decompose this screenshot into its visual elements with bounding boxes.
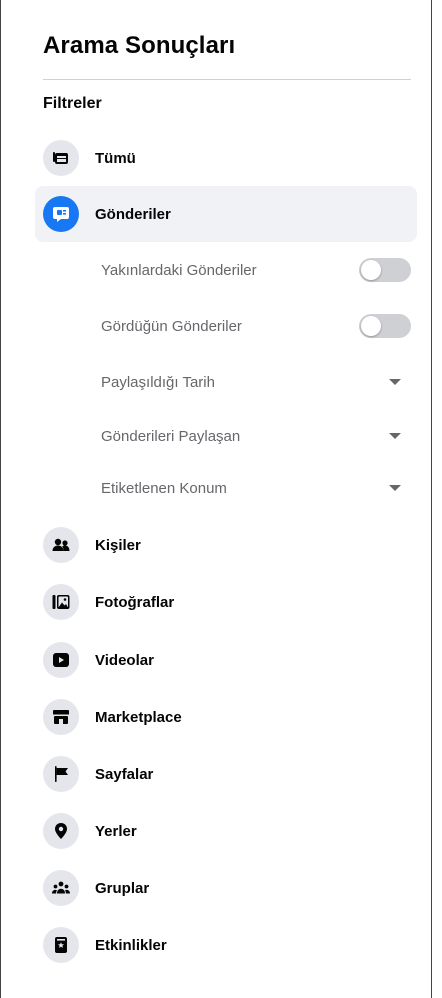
people-icon <box>43 527 79 563</box>
divider <box>43 79 411 80</box>
filter-item-label: Tümü <box>95 149 136 167</box>
pages-icon <box>43 756 79 792</box>
subfilter-posted-by[interactable]: Gönderileri Paylaşan <box>101 408 411 464</box>
subfilter-label: Gördüğün Gönderiler <box>101 317 242 335</box>
filter-item-all[interactable]: Tümü <box>35 130 417 186</box>
filter-item-label: Fotoğraflar <box>95 593 175 611</box>
subfilter-seen-posts: Gördüğün Gönderiler <box>101 298 411 354</box>
marketplace-icon <box>43 699 79 735</box>
subfilter-tagged-location[interactable]: Etiketlenen Konum <box>101 460 411 516</box>
all-icon <box>43 140 79 176</box>
caret-down-icon <box>389 433 401 439</box>
subfilter-nearby-posts: Yakınlardaki Gönderiler <box>101 242 411 298</box>
toggle-knob <box>361 260 381 280</box>
filter-item-label: Etkinlikler <box>95 936 167 954</box>
groups-icon <box>43 870 79 906</box>
subfilter-label: Yakınlardaki Gönderiler <box>101 261 257 279</box>
filter-item-pages[interactable]: Sayfalar <box>35 746 417 802</box>
subfilter-label: Etiketlenen Konum <box>101 479 227 497</box>
events-icon <box>43 927 79 963</box>
posts-icon <box>43 196 79 232</box>
videos-icon <box>43 642 79 678</box>
seen-posts-toggle[interactable] <box>359 314 411 338</box>
search-filters-panel: Arama Sonuçları Filtreler Tümü Gönderile… <box>0 0 432 998</box>
subfilter-date-posted[interactable]: Paylaşıldığı Tarih <box>101 354 411 410</box>
filter-item-label: Sayfalar <box>95 765 154 783</box>
filter-item-posts[interactable]: Gönderiler <box>35 186 417 242</box>
subfilter-label: Paylaşıldığı Tarih <box>101 373 215 391</box>
photos-icon <box>43 584 79 620</box>
filter-item-videos[interactable]: Videolar <box>35 632 417 688</box>
caret-down-icon <box>389 485 401 491</box>
filter-item-events[interactable]: Etkinlikler <box>35 917 417 973</box>
caret-down-icon <box>389 379 401 385</box>
filter-item-label: Marketplace <box>95 708 182 726</box>
filter-item-label: Kişiler <box>95 536 141 554</box>
filter-item-label: Videolar <box>95 651 154 669</box>
places-icon <box>43 813 79 849</box>
filter-item-label: Gruplar <box>95 879 150 897</box>
filter-item-marketplace[interactable]: Marketplace <box>35 689 417 745</box>
filter-item-people[interactable]: Kişiler <box>35 517 417 573</box>
page-title: Arama Sonuçları <box>43 32 236 59</box>
nearby-posts-toggle[interactable] <box>359 258 411 282</box>
subfilter-label: Gönderileri Paylaşan <box>101 427 241 445</box>
filter-item-photos[interactable]: Fotoğraflar <box>35 574 417 630</box>
filters-heading: Filtreler <box>43 95 102 112</box>
filter-item-label: Gönderiler <box>95 205 171 223</box>
filter-item-label: Yerler <box>95 822 137 840</box>
filter-item-groups[interactable]: Gruplar <box>35 860 417 916</box>
filter-item-places[interactable]: Yerler <box>35 803 417 859</box>
toggle-knob <box>361 316 381 336</box>
